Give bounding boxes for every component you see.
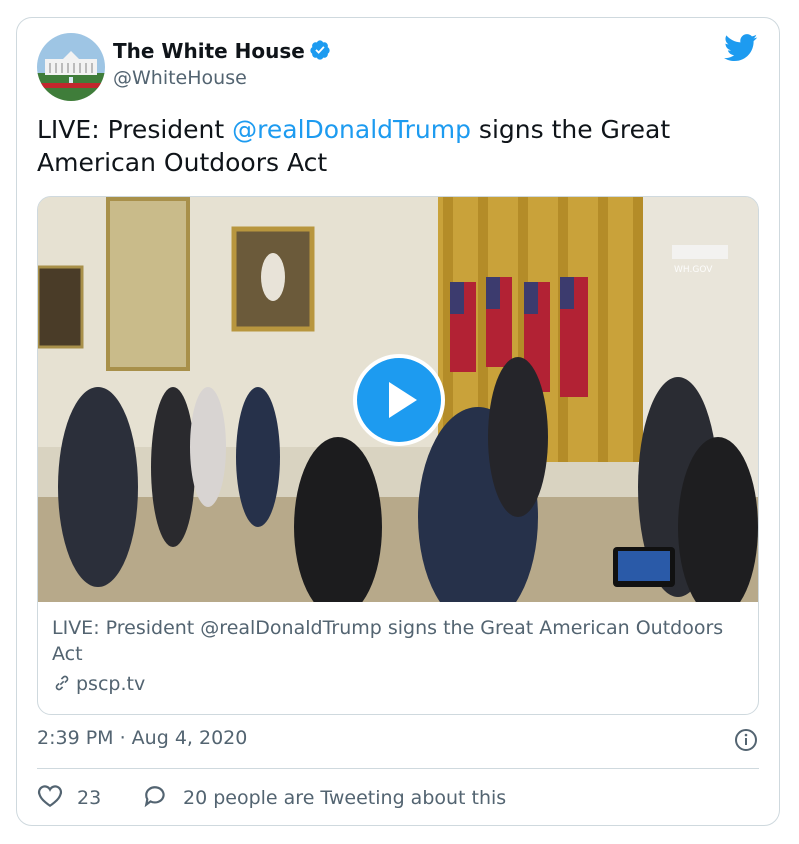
play-button[interactable] (353, 354, 445, 446)
tweeting-about-text: 20 people are Tweeting about this (183, 787, 507, 809)
media-card-domain-row[interactable]: pscp.tv (52, 673, 145, 698)
info-icon[interactable] (734, 728, 758, 756)
verified-badge-icon (309, 39, 331, 66)
like-count: 23 (77, 787, 102, 809)
tweet-timestamp[interactable]: 2:39 PM · Aug 4, 2020 (37, 727, 247, 749)
media-card-domain[interactable]: pscp.tv (76, 673, 145, 695)
mention-link[interactable]: @realDonaldTrump (232, 115, 471, 144)
twitter-bird-icon[interactable] (724, 34, 758, 66)
tweet-text: LIVE: President @realDonaldTrump signs t… (37, 113, 737, 179)
video-thumbnail[interactable]: WH.GOV (38, 197, 758, 627)
media-card-title[interactable]: LIVE: President @realDonaldTrump signs t… (52, 615, 732, 667)
author-handle[interactable]: @WhiteHouse (113, 67, 247, 89)
avatar[interactable] (37, 33, 105, 101)
like-button[interactable]: 23 (37, 784, 101, 813)
divider (37, 768, 759, 769)
watermark-text: WH.GOV (674, 265, 713, 275)
link-icon (52, 673, 72, 698)
tweeting-about-link[interactable]: 20 people are Tweeting about this (143, 784, 506, 813)
tweet-text-start: LIVE: President (37, 115, 233, 144)
heart-icon (37, 784, 63, 813)
media-card[interactable]: WH.GOV LIVE: President @realDonaldTrump … (37, 196, 759, 715)
author-name-row[interactable]: The White House (113, 39, 331, 66)
play-icon (389, 382, 417, 418)
chat-bubble-icon (143, 784, 169, 813)
author-name[interactable]: The White House (113, 39, 305, 63)
